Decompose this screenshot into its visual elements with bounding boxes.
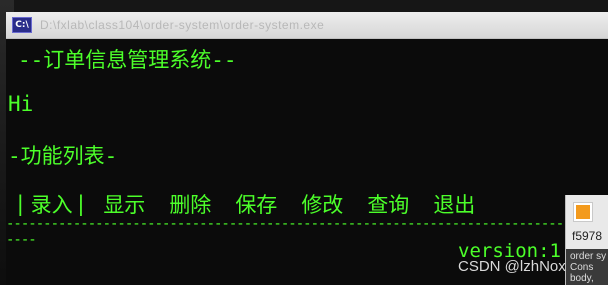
thumbnail-id: f5978	[572, 229, 603, 243]
menu-separator-left: |	[14, 192, 27, 216]
menu-separator-right: |	[74, 192, 88, 216]
menu-heading: -功能列表-	[8, 144, 118, 168]
menu-item-display[interactable]: 显示	[103, 189, 145, 219]
menu-item-enter[interactable]: 录入	[31, 189, 73, 219]
thumbnail-line-1: order sy	[570, 251, 607, 262]
menu-item-query[interactable]: 查询	[367, 189, 409, 219]
menu-item-exit[interactable]: 退出	[433, 189, 475, 219]
thumbnail-line-2: Cons	[570, 262, 594, 273]
greeting-text: Hi	[8, 92, 34, 116]
thumbnail-line-3: body,	[570, 273, 594, 284]
taskbar-thumbnail[interactable]: f5978 order sy Cons body,	[565, 195, 608, 285]
console-titlebar[interactable]: C:\ D:\fxlab\class104\order-system\order…	[6, 12, 608, 39]
menu-item-delete[interactable]: 删除	[169, 189, 211, 219]
window-title: D:\fxlab\class104\order-system\order-sys…	[40, 18, 325, 32]
menu-item-save[interactable]: 保存	[235, 189, 277, 219]
thumbnail-preview: order sy Cons body,	[566, 249, 608, 285]
csdn-watermark: CSDN @lzhNox	[458, 258, 566, 275]
console-app-icon: C:\	[12, 17, 32, 33]
console-window[interactable]: C:\ D:\fxlab\class104\order-system\order…	[6, 12, 608, 285]
menu-item-modify[interactable]: 修改	[301, 189, 343, 219]
system-title: --订单信息管理系统--	[18, 48, 237, 72]
media-player-icon	[574, 203, 592, 221]
